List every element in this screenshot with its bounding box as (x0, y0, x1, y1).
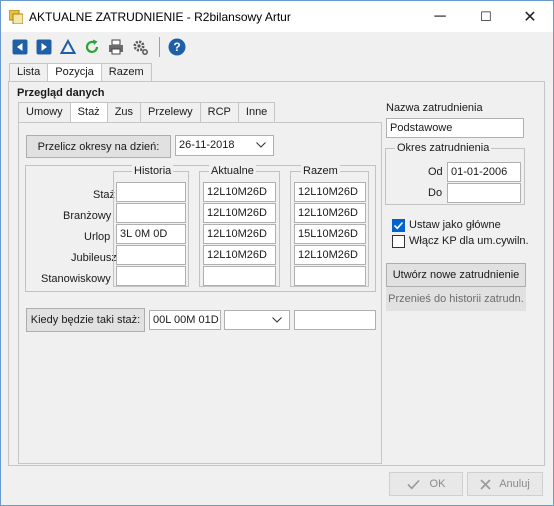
gear-icon[interactable] (131, 38, 149, 56)
aktualne-jubileusz-field[interactable]: 12L10M26D (203, 245, 276, 265)
checkmark-icon (393, 221, 404, 230)
od-label: Od (428, 166, 443, 178)
help-icon[interactable]: ? (168, 38, 186, 56)
okres-title: Okres zatrudnienia (395, 142, 492, 154)
cancel-label: Anuluj (499, 478, 530, 490)
kiedy-select[interactable] (224, 310, 290, 330)
tab-przelewy[interactable]: Przelewy (140, 102, 201, 122)
cancel-button[interactable]: Anuluj (467, 472, 543, 496)
recalc-date-value: 26-11-2018 (179, 139, 235, 151)
checkmark-icon (406, 479, 420, 489)
kiedy-button[interactable]: Kiedy będzie taki staż: (26, 308, 145, 332)
kiedy-button-label: Kiedy będzie taki staż: (30, 314, 141, 326)
row-label-staz: Staż (93, 189, 116, 201)
close-button[interactable]: ✕ (507, 1, 553, 32)
up-arrow-icon[interactable] (59, 38, 77, 56)
title-bar: AKTUALNE ZATRUDNIENIE - R2bilansowy Artu… (1, 1, 553, 32)
printer-icon[interactable] (107, 38, 125, 56)
tab-inne[interactable]: Inne (237, 102, 276, 122)
nazwa-label: Nazwa zatrudnienia (386, 102, 483, 114)
row-label-branzowy: Branżowy (63, 210, 112, 222)
tab-zus[interactable]: Zus (106, 102, 142, 122)
tab-rcp[interactable]: RCP (199, 102, 239, 122)
od-field[interactable]: 01-01-2006 (447, 162, 521, 182)
historia-group: Historia 3L 0M 0D (113, 165, 189, 287)
do-label: Do (428, 187, 443, 199)
wlacz-checkbox[interactable] (392, 235, 405, 248)
help-glyph: ? (173, 40, 181, 54)
recalc-date-picker[interactable]: 26-11-2018 (175, 135, 274, 156)
historia-jubileusz-field[interactable] (116, 245, 186, 265)
stats-group: Staż Branżowy Urlop Jubileusz Stanowisko… (25, 165, 376, 292)
move-to-history-button[interactable]: Przenieś do historii zatrudn. (386, 287, 526, 311)
ustaw-checkbox[interactable] (392, 219, 405, 232)
new-employment-button[interactable]: Utwórz nowe zatrudnienie (386, 263, 526, 287)
inner-tabs: Umowy Staż Zus Przelewy RCP Inne (18, 102, 276, 122)
aktualne-staz-field[interactable]: 12L10M26D (203, 182, 276, 202)
aktualne-urlop-field[interactable]: 12L10M26D (203, 224, 276, 244)
razem-stanowiskowy-field[interactable] (294, 266, 366, 286)
nazwa-field[interactable]: Podstawowe (386, 118, 524, 138)
row-label-urlop: Urlop (84, 231, 111, 243)
refresh-icon[interactable] (83, 38, 101, 56)
historia-urlop-field[interactable]: 3L 0M 0D (116, 224, 186, 244)
minimize-icon: ─ (434, 7, 446, 25)
historia-staz-field[interactable] (116, 182, 186, 202)
aktualne-stanowiskowy-field[interactable] (203, 266, 276, 286)
aktualne-title: Aktualne (209, 165, 256, 177)
aktualne-branzowy-field[interactable]: 12L10M26D (203, 203, 276, 223)
minimize-button[interactable]: ─ (417, 1, 463, 32)
first-icon[interactable] (11, 38, 29, 56)
move-to-history-label: Przenieś do historii zatrudn. (388, 293, 524, 305)
application-window: AKTUALNE ZATRUDNIENIE - R2bilansowy Artu… (0, 0, 554, 506)
panel-title: Przegląd danych (17, 87, 105, 99)
aktualne-group: Aktualne 12L10M26D 12L10M26D 12L10M26D 1… (199, 165, 280, 287)
toolbar-separator (159, 37, 160, 57)
chevron-down-icon (272, 317, 282, 323)
recalc-button-label: Przelicz okresy na dzień: (37, 140, 160, 153)
maximize-button[interactable]: ☐ (463, 1, 509, 32)
app-icon (8, 9, 24, 24)
ustaw-label: Ustaw jako główne (409, 219, 501, 231)
razem-group: Razem 12L10M26D 12L10M26D 15L10M26D 12L1… (290, 165, 369, 287)
ok-label: OK (429, 478, 446, 490)
razem-staz-field[interactable]: 12L10M26D (294, 182, 366, 202)
historia-stanowiskowy-field[interactable] (116, 266, 186, 286)
chevron-down-icon (256, 142, 266, 148)
kiedy-result-field[interactable] (294, 310, 376, 330)
window-title: AKTUALNE ZATRUDNIENIE - R2bilansowy Artu… (29, 9, 291, 24)
razem-branzowy-field[interactable]: 12L10M26D (294, 203, 366, 223)
historia-branzowy-field[interactable] (116, 203, 186, 223)
top-tabs: Lista Pozycja Razem (9, 63, 152, 82)
staz-panel: Przelicz okresy na dzień: 26-11-2018 Sta… (18, 122, 382, 464)
recalc-button[interactable]: Przelicz okresy na dzień: (26, 135, 171, 158)
row-label-jubileusz: Jubileusz (71, 252, 117, 264)
do-field[interactable] (447, 183, 521, 203)
kiedy-value-field[interactable]: 00L 00M 01D (149, 310, 221, 330)
ok-button[interactable]: OK (389, 472, 463, 496)
row-label-stanowiskowy: Stanowiskowy (41, 273, 111, 285)
tab-pozycja[interactable]: Pozycja (47, 63, 102, 81)
close-icon: ✕ (523, 8, 537, 26)
wlacz-label: Włącz KP dla um.cywiln. (409, 235, 529, 247)
tab-razem[interactable]: Razem (100, 63, 152, 81)
okres-group: Okres zatrudnienia Od 01-01-2006 Do (385, 142, 525, 205)
last-icon[interactable] (35, 38, 53, 56)
toolbar: ? (1, 34, 553, 60)
tab-lista[interactable]: Lista (9, 63, 49, 81)
historia-title: Historia (132, 165, 174, 177)
razem-jubileusz-field[interactable]: 12L10M26D (294, 245, 366, 265)
razem-urlop-field[interactable]: 15L10M26D (294, 224, 366, 244)
maximize-icon: ☐ (480, 8, 492, 24)
cancel-x-icon (480, 478, 491, 490)
main-panel: Przegląd danych Umowy Staż Zus Przelewy … (8, 81, 545, 466)
tab-staz[interactable]: Staż (69, 102, 108, 122)
tab-umowy[interactable]: Umowy (18, 102, 71, 122)
new-employment-label: Utwórz nowe zatrudnienie (392, 269, 520, 281)
razem-title: Razem (301, 165, 340, 177)
